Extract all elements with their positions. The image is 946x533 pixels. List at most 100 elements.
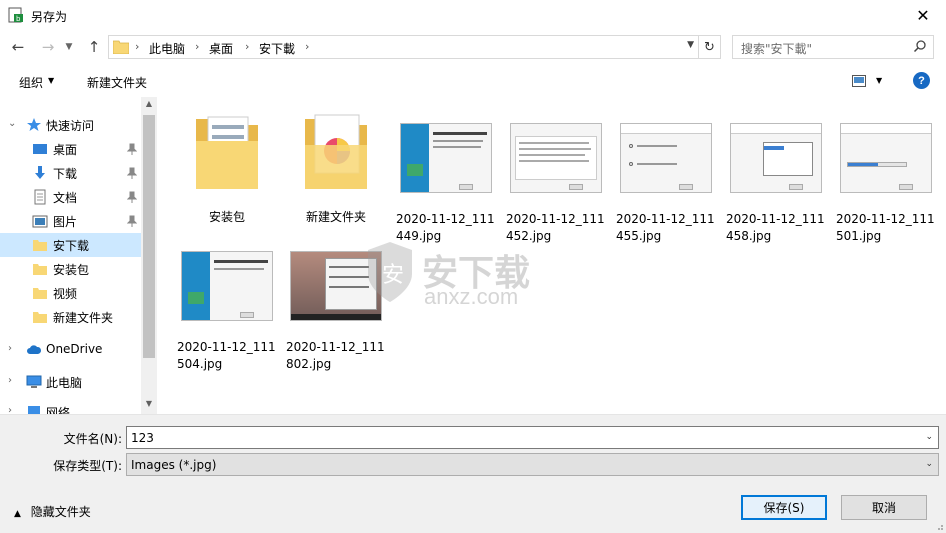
hide-folders-toggle[interactable]: ▲ 隐藏文件夹 <box>14 503 91 520</box>
save-button[interactable]: 保存(S) <box>741 495 827 520</box>
forward-button[interactable]: → <box>38 37 58 57</box>
chevron-down-icon: ⌄ <box>925 459 933 469</box>
folder-icon <box>113 40 129 54</box>
navigation-bar: ← → ▼ ↑ › 此电脑 › 桌面 › 安下載 › ▼ ↻ 搜索"安下載" <box>0 31 946 63</box>
folder-icon <box>305 114 367 189</box>
sidebar-item-pictures[interactable]: 图片 <box>0 209 141 233</box>
breadcrumb-separator: › <box>135 40 140 53</box>
sidebar-item-label: OneDrive <box>46 342 103 356</box>
sidebar-item-install-package[interactable]: 安装包 <box>0 257 141 281</box>
image-thumbnail <box>400 123 492 193</box>
filetype-value: Images (*.jpg) <box>131 458 217 472</box>
pin-icon[interactable] <box>127 167 137 179</box>
file-item-image[interactable]: 2020-11-12_111449.jpg <box>394 105 498 243</box>
sidebar-item-label: 安装包 <box>53 263 90 277</box>
sidebar-item-documents[interactable]: 文档 <box>0 185 141 209</box>
breadcrumb-separator: › <box>245 40 250 53</box>
new-folder-button[interactable]: 新建文件夹 <box>87 74 147 91</box>
file-item-image[interactable]: 2020-11-12_111458.jpg <box>724 105 828 243</box>
filename-value: 123 <box>131 431 154 445</box>
filetype-label: 保存类型(T): <box>53 459 122 473</box>
sidebar-item-downloads[interactable]: 下载 <box>0 161 141 185</box>
sidebar-item-label: 图片 <box>53 215 78 229</box>
sidebar-item-desktop[interactable]: 桌面 <box>0 137 141 161</box>
file-item-folder[interactable]: 新建文件夹 <box>284 105 388 231</box>
cancel-button[interactable]: 取消 <box>841 495 927 520</box>
recent-locations-button[interactable]: ▼ <box>62 37 76 57</box>
breadcrumb-this-pc[interactable]: 此电脑 <box>149 40 185 57</box>
sidebar-item-this-pc[interactable]: › 此电脑 <box>0 370 141 394</box>
chevron-down-icon[interactable]: ▼ <box>876 76 882 85</box>
scroll-down-icon[interactable]: ▼ <box>141 399 157 408</box>
document-icon <box>34 189 46 205</box>
sidebar-item-label: 新建文件夹 <box>53 311 114 325</box>
chevron-down-icon[interactable]: ⌄ <box>8 118 16 129</box>
pin-icon[interactable] <box>127 215 137 227</box>
star-icon <box>27 118 41 131</box>
chevron-down-icon: ▼ <box>65 42 73 52</box>
file-item-image[interactable]: 2020-11-12_111452.jpg <box>504 105 608 243</box>
folder-icon <box>196 116 258 189</box>
view-mode-icon[interactable] <box>852 75 866 87</box>
organize-menu[interactable]: 组织 <box>19 74 43 91</box>
file-name: 2020-11-12_111501.jpg <box>836 212 935 243</box>
save-panel: 文件名(N): 123 ⌄ 保存类型(T): Images (*.jpg) ⌄ … <box>0 414 946 533</box>
sidebar-scrollbar-thumb[interactable] <box>143 115 155 358</box>
desktop-icon <box>33 144 47 154</box>
navigation-pane: ⌄ 快速访问 桌面 下载 文档 图片 安下载 安装包 视频 新建文件夹 › On… <box>0 97 157 414</box>
file-item-image[interactable]: 2020-11-12_111504.jpg <box>175 233 279 371</box>
close-button[interactable]: ✕ <box>900 0 946 31</box>
file-item-folder[interactable]: 安装包 <box>175 105 279 231</box>
sidebar-item-videos[interactable]: 视频 <box>0 281 141 305</box>
scroll-up-icon[interactable]: ▲ <box>141 99 157 108</box>
image-thumbnail <box>730 123 822 193</box>
image-thumbnail <box>181 251 273 321</box>
file-name: 2020-11-12_111458.jpg <box>726 212 825 243</box>
refresh-button[interactable]: ↻ <box>699 35 721 59</box>
folder-icon <box>33 264 47 275</box>
pin-icon[interactable] <box>127 143 137 155</box>
help-icon[interactable]: ? <box>913 72 930 89</box>
breadcrumb-current[interactable]: 安下載 <box>259 40 295 57</box>
file-name: 2020-11-12_111455.jpg <box>616 212 715 243</box>
chevron-down-icon[interactable]: ▼ <box>687 40 694 50</box>
filename-input[interactable]: 123 ⌄ <box>126 426 939 449</box>
chevron-right-icon[interactable]: › <box>8 375 12 386</box>
address-bar[interactable]: › 此电脑 › 桌面 › 安下載 › ▼ <box>108 35 699 59</box>
up-button[interactable]: ↑ <box>84 37 104 57</box>
back-button[interactable]: ← <box>8 37 28 57</box>
computer-icon <box>26 375 42 388</box>
file-item-image[interactable]: 2020-11-12_111501.jpg <box>834 105 938 243</box>
file-name: 2020-11-12_111504.jpg <box>177 340 276 371</box>
svg-text:安: 安 <box>382 263 404 288</box>
svg-text:b: b <box>16 15 21 23</box>
app-icon: b <box>8 7 23 23</box>
filetype-select[interactable]: Images (*.jpg) ⌄ <box>126 453 939 476</box>
watermark-subtext: anxz.com <box>424 284 519 309</box>
breadcrumb-desktop[interactable]: 桌面 <box>209 40 233 57</box>
resize-grip-icon[interactable] <box>934 521 944 531</box>
file-name: 新建文件夹 <box>305 210 366 224</box>
arrow-left-icon: ← <box>11 38 25 56</box>
sidebar-item-anxz[interactable]: 安下载 <box>0 233 141 257</box>
search-placeholder: 搜索"安下載" <box>741 42 813 56</box>
search-input[interactable]: 搜索"安下載" <box>732 35 934 59</box>
arrow-right-icon: → <box>41 38 55 56</box>
chevron-right-icon[interactable]: › <box>8 405 12 414</box>
file-item-image[interactable]: 2020-11-12_111455.jpg <box>614 105 718 243</box>
image-thumbnail <box>620 123 712 193</box>
pin-icon[interactable] <box>127 191 137 203</box>
chevron-right-icon[interactable]: › <box>8 343 12 354</box>
chevron-down-icon[interactable]: ⌄ <box>925 432 933 442</box>
filename-label: 文件名(N): <box>63 432 122 446</box>
network-icon <box>28 406 40 414</box>
file-name: 安装包 <box>208 210 245 224</box>
sidebar-item-quick-access[interactable]: ⌄ 快速访问 <box>0 113 141 137</box>
sidebar-item-network[interactable]: › 网络 <box>0 400 141 414</box>
sidebar-item-label: 网络 <box>46 406 71 414</box>
sidebar-item-new-folder[interactable]: 新建文件夹 <box>0 305 141 329</box>
sidebar-item-onedrive[interactable]: › OneDrive <box>0 338 141 362</box>
refresh-icon: ↻ <box>704 39 715 55</box>
window-title: 另存为 <box>31 10 68 24</box>
arrow-up-icon: ↑ <box>87 38 101 56</box>
